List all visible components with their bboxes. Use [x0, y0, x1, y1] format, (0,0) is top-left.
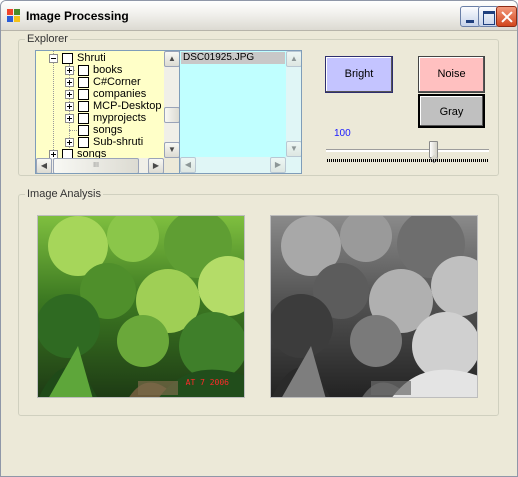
checkbox-icon[interactable] — [78, 77, 89, 88]
tree-rows: Shruti books C#Corner companies MCP-Desk… — [36, 51, 164, 160]
window-title: Image Processing — [26, 9, 129, 23]
original-image: AT 7 2006 — [37, 215, 245, 398]
tree-item-label: Sub-shruti — [93, 136, 144, 148]
checkbox-icon[interactable] — [62, 53, 73, 64]
scroll-up-icon[interactable]: ▲ — [164, 51, 180, 67]
tree-item-label: songs — [93, 124, 123, 136]
tree-horizontal-scrollbar[interactable]: ◀ III ▶ — [36, 158, 164, 173]
tree-item-label: books — [93, 64, 123, 76]
gray-button[interactable]: Gray — [418, 94, 485, 128]
checkbox-icon[interactable] — [78, 113, 89, 124]
expand-icon[interactable] — [65, 66, 74, 75]
expand-icon[interactable] — [65, 78, 74, 87]
collapse-icon[interactable] — [49, 54, 58, 63]
file-list-horizontal-scrollbar[interactable]: ◀ ▶ — [180, 157, 286, 173]
tree-hscroll-thumb[interactable]: III — [53, 158, 139, 173]
checkbox-icon[interactable] — [78, 137, 89, 148]
image-analysis-group-label: Image Analysis — [25, 188, 103, 200]
checkbox-icon[interactable] — [78, 101, 89, 112]
checkbox-icon[interactable] — [78, 125, 89, 136]
forest-grayscale-image — [271, 216, 477, 397]
brightness-slider-track[interactable] — [326, 149, 489, 152]
scroll-up-icon[interactable]: ▲ — [286, 51, 301, 67]
photo-date-stamp: AT 7 2006 — [185, 378, 229, 387]
slider-tick-marks — [327, 159, 489, 162]
tree-scroll-thumb[interactable] — [164, 107, 180, 123]
tree-item-label: companies — [93, 88, 147, 100]
scroll-down-icon[interactable]: ▼ — [164, 142, 180, 158]
brightness-slider-thumb[interactable] — [429, 141, 438, 158]
forest-color-image — [38, 216, 244, 397]
folder-tree[interactable]: Shruti books C#Corner companies MCP-Desk… — [35, 50, 181, 174]
scroll-down-icon[interactable]: ▼ — [286, 141, 301, 157]
scroll-right-icon[interactable]: ▶ — [148, 158, 164, 173]
title-bar[interactable]: Image Processing — [1, 1, 517, 31]
list-item-selected-file[interactable]: DSC01925.JPG — [181, 52, 285, 64]
tree-item-label: myprojects — [93, 112, 147, 124]
file-list-vertical-scrollbar[interactable]: ▲ ▼ — [286, 51, 301, 173]
app-icon — [7, 9, 21, 23]
main-window: Image Processing Explorer Shruti books C… — [0, 0, 518, 477]
checkbox-icon[interactable] — [78, 65, 89, 76]
expand-icon[interactable] — [65, 90, 74, 99]
scroll-right-icon[interactable]: ▶ — [270, 157, 286, 173]
tree-item-label: C#Corner — [93, 76, 141, 88]
scroll-corner — [164, 158, 180, 173]
scroll-grip-marker: III — [93, 162, 99, 169]
tree-item-label: MCP-Desktop — [93, 100, 162, 112]
explorer-group-label: Explorer — [25, 33, 70, 45]
tree-item-label: Shruti — [77, 52, 106, 64]
expand-icon[interactable] — [65, 138, 74, 147]
processed-image — [270, 215, 478, 398]
tree-vertical-scrollbar[interactable]: ▲ ▼ — [164, 51, 180, 158]
checkbox-icon[interactable] — [78, 89, 89, 100]
bright-button[interactable]: Bright — [325, 56, 393, 93]
scroll-left-icon[interactable]: ◀ — [180, 157, 196, 173]
scroll-left-icon[interactable]: ◀ — [36, 158, 52, 173]
close-button[interactable] — [496, 6, 517, 27]
expand-icon[interactable] — [65, 102, 74, 111]
file-list[interactable]: DSC01925.JPG ▲ ▼ ◀ ▶ — [179, 50, 302, 174]
noise-button[interactable]: Noise — [418, 56, 485, 93]
expand-icon[interactable] — [65, 114, 74, 123]
slider-value-label: 100 — [334, 128, 351, 139]
